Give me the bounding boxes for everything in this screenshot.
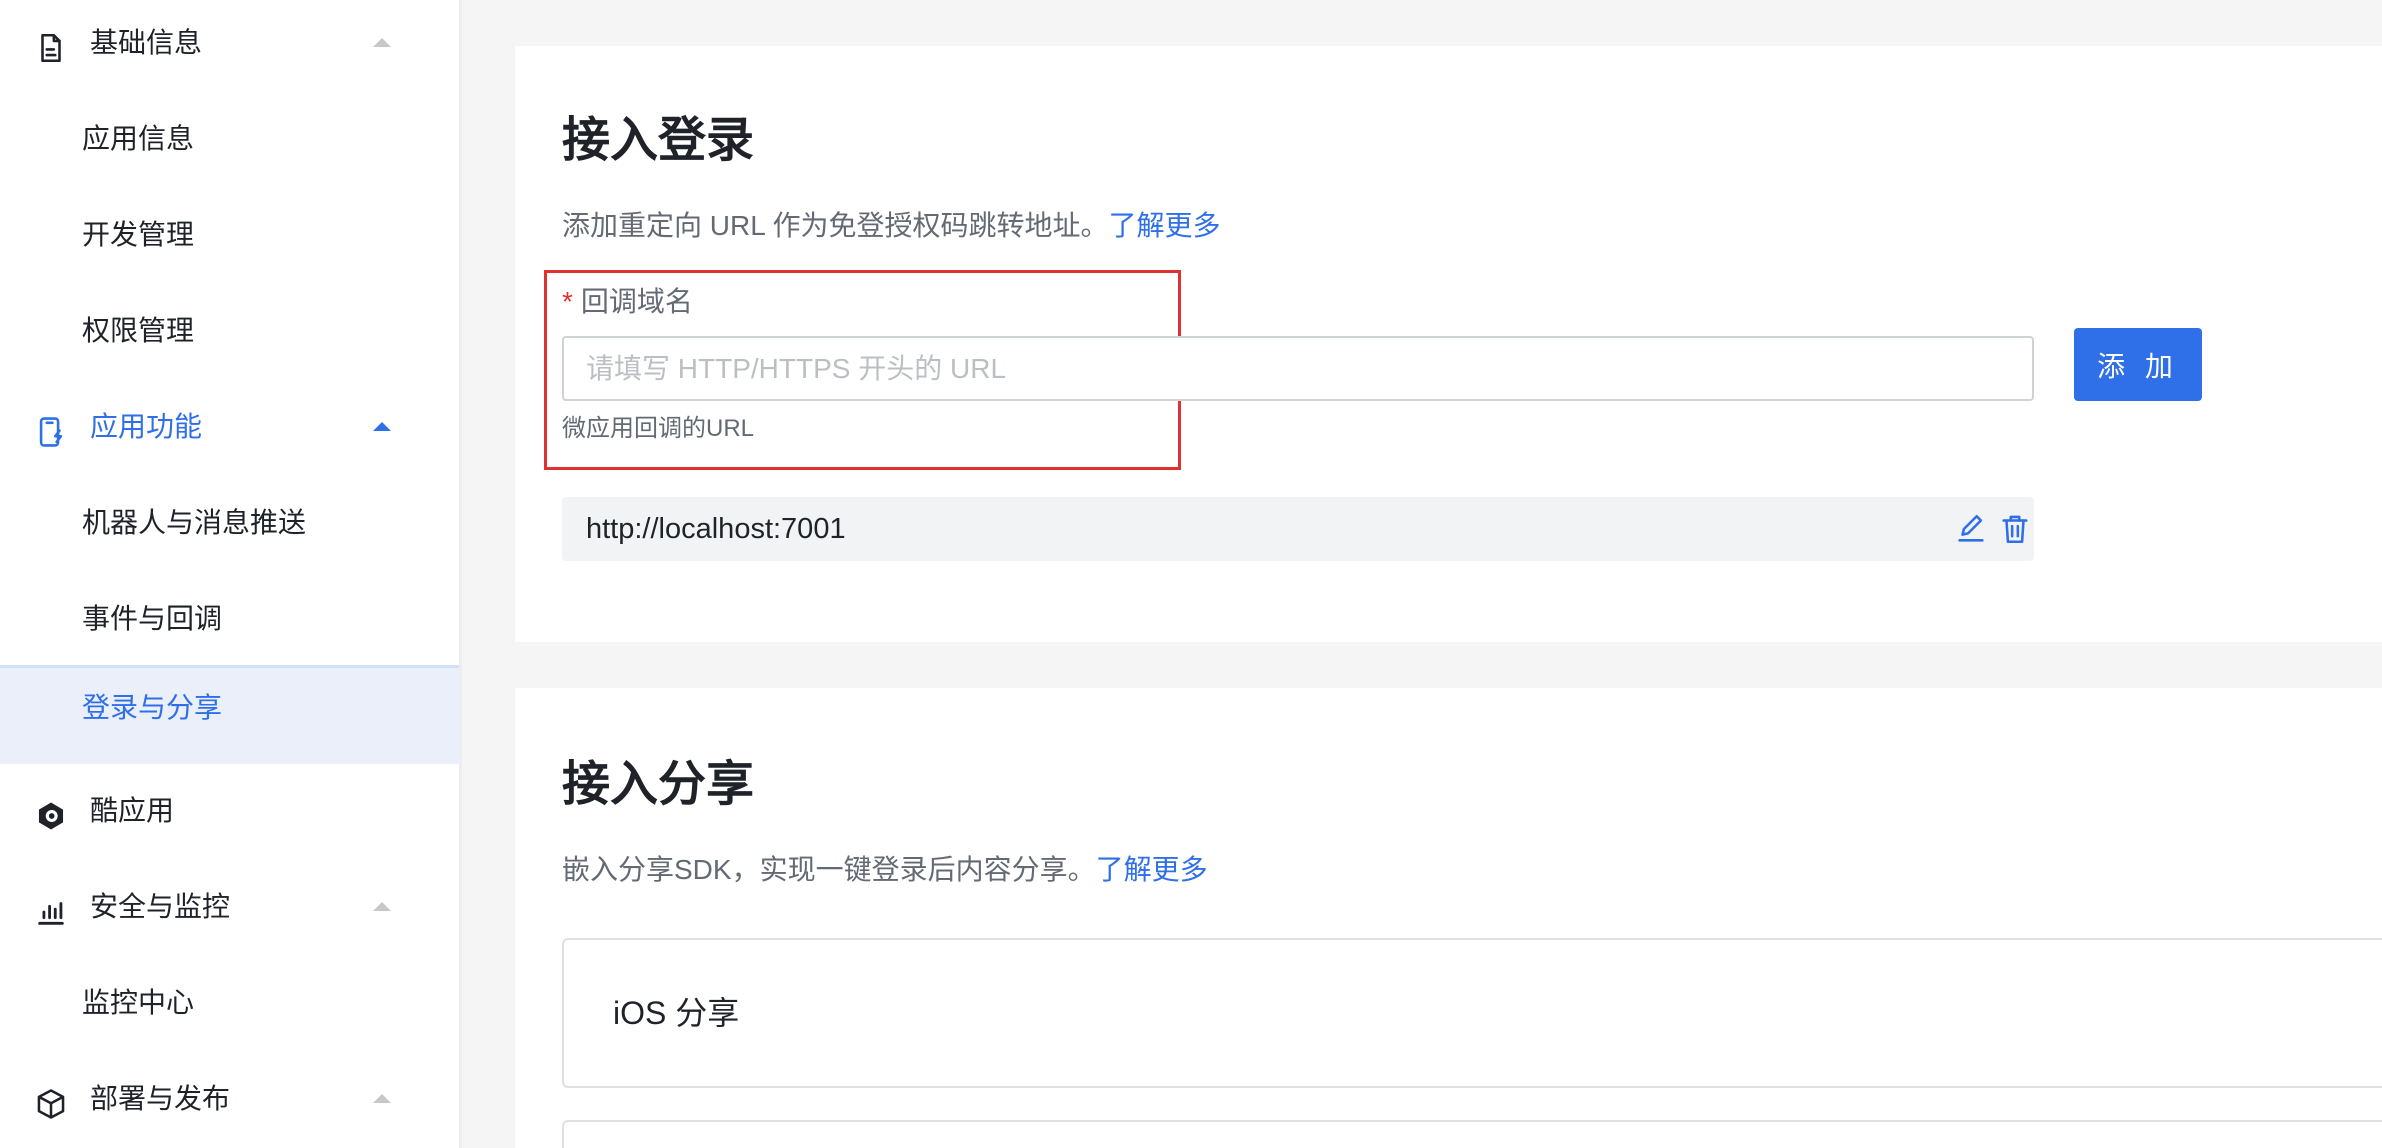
sidebar-group-app-features[interactable]: 应用功能 [0,384,459,480]
section-description: 嵌入分享SDK，实现一键登录后内容分享。了解更多 [562,848,1208,888]
caret-up-icon[interactable] [373,1094,391,1103]
sidebar-item-label: 监控中心 [82,987,195,1018]
sidebar-item-label: 权限管理 [82,315,195,346]
trash-icon[interactable] [1998,511,2032,547]
cool-app-icon [38,802,64,830]
share-card-next[interactable] [562,1120,2382,1148]
sidebar-group-label: 应用功能 [90,411,203,442]
url-list-item: http://localhost:7001 [562,497,2034,561]
sidebar-group-label: 安全与监控 [90,891,231,922]
url-value: http://localhost:7001 [586,513,846,545]
document-icon [41,33,61,63]
sidebar-item-label: 机器人与消息推送 [82,507,307,538]
section-description: 添加重定向 URL 作为免登授权码跳转地址。了解更多 [562,204,1221,244]
sidebar-item-label: 事件与回调 [82,603,223,634]
phone-icon [39,417,63,447]
sidebar-group-basic-info[interactable]: 基础信息 [0,0,459,96]
sidebar-item-login-share[interactable]: 登录与分享 [0,665,459,764]
sidebar-group-deploy[interactable]: 部署与发布 [0,1056,459,1148]
caret-up-icon[interactable] [373,38,391,47]
section-title: 接入分享 [562,758,755,811]
sidebar-item-label: 登录与分享 [82,692,223,723]
ios-share-title: iOS 分享 [613,995,740,1031]
learn-more-link[interactable]: 了解更多 [1109,210,1221,241]
section-title: 接入登录 [562,114,755,167]
callback-url-input[interactable] [562,336,2034,401]
ios-share-card[interactable]: iOS 分享 [562,938,2382,1088]
login-card: 接入登录 添加重定向 URL 作为免登授权码跳转地址。了解更多 *回调域名 微应… [515,46,2382,642]
caret-up-icon[interactable] [373,422,391,431]
sidebar-item-app-info[interactable]: 应用信息 [0,96,459,192]
bar-chart-icon [38,902,64,925]
sidebar-item-robot-push[interactable]: 机器人与消息推送 [0,480,459,576]
sidebar-group-label: 基础信息 [90,27,203,58]
edit-icon[interactable] [1954,511,1988,547]
sidebar: 基础信息 应用信息 开发管理 权限管理 应用功能 机器人与消息推送 事件与回调 … [0,0,462,1148]
sidebar-group-label: 酷应用 [90,795,175,826]
field-help-text: 微应用回调的URL [562,415,755,442]
sidebar-item-permission-manage[interactable]: 权限管理 [0,288,459,384]
add-button[interactable]: 添 加 [2074,328,2202,401]
description-text: 添加重定向 URL 作为免登授权码跳转地址。 [562,210,1109,241]
sidebar-item-label: 应用信息 [82,123,195,154]
field-label-text: 回调域名 [580,286,693,317]
sidebar-group-label: 部署与发布 [90,1083,231,1114]
caret-up-icon[interactable] [373,902,391,911]
required-mark: * [562,286,573,317]
sidebar-item-monitor-center[interactable]: 监控中心 [0,960,459,1056]
sidebar-item-event-callback[interactable]: 事件与回调 [0,576,459,672]
field-label: * 回调域名 [562,280,693,320]
sidebar-item-dev-manage[interactable]: 开发管理 [0,192,459,288]
box-icon [37,1089,65,1119]
sidebar-group-security[interactable]: 安全与监控 [0,864,459,960]
sidebar-item-label: 开发管理 [82,219,195,250]
sidebar-group-cool-app[interactable]: 酷应用 [0,768,459,864]
share-card: 接入分享 嵌入分享SDK，实现一键登录后内容分享。了解更多 iOS 分享 [515,688,2382,1148]
description-text: 嵌入分享SDK，实现一键登录后内容分享。 [562,854,1096,885]
learn-more-link[interactable]: 了解更多 [1096,854,1208,885]
